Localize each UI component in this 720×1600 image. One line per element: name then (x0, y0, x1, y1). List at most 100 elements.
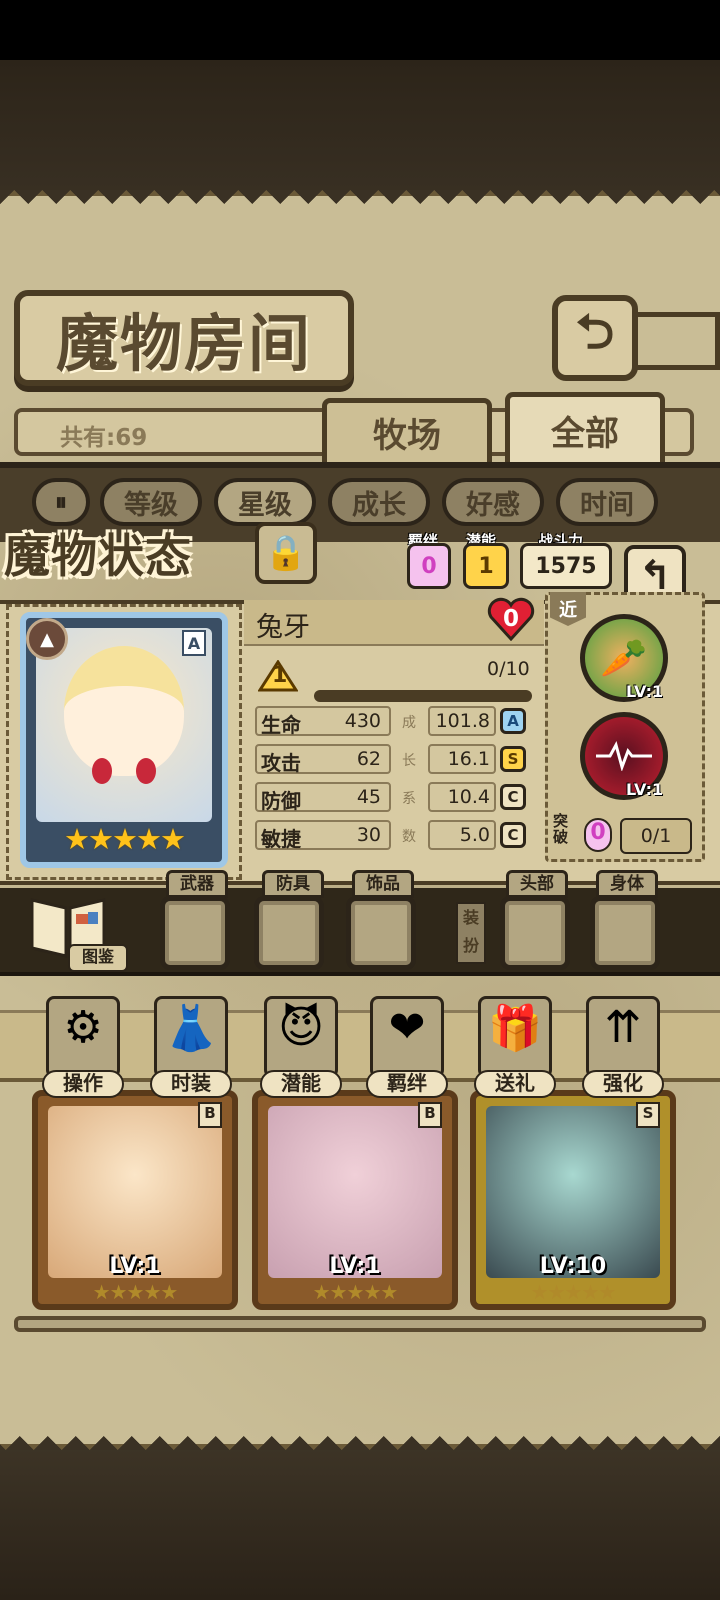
affection-heart[interactable]: 0 (487, 597, 535, 641)
sort-affection-button[interactable]: 好感 (442, 478, 544, 526)
sort-toggle-button[interactable]: ⏸ (32, 478, 90, 526)
growth-label-char: 系 (402, 791, 416, 807)
dress-label-char: 装 (462, 908, 479, 927)
slot-label: 头部 (506, 870, 568, 898)
collection-count: 共有:69 (60, 425, 148, 451)
stat-name: 防御 (261, 789, 301, 813)
affection-value: 0 (502, 606, 519, 632)
tab-ranch[interactable]: 牧场 (322, 398, 492, 462)
action-label: 强化 (582, 1070, 664, 1098)
growth-grade-badge: S (500, 746, 526, 772)
back-button-tail (636, 312, 720, 370)
card-stars: ★★★★★ (530, 1280, 617, 1304)
bond-button[interactable]: ❤ 羁绊 (366, 996, 448, 1098)
tab-all[interactable]: 全部 (505, 392, 665, 464)
enhance-button[interactable]: ⇈ 强化 (582, 996, 664, 1098)
head-slot[interactable] (500, 896, 570, 970)
card-level: LV:1 (109, 1254, 161, 1279)
action-label: 时装 (150, 1070, 232, 1098)
card-grade-badge: B (198, 1102, 222, 1128)
growth-label-char: 数 (402, 829, 416, 845)
accessory-slot[interactable] (346, 896, 416, 970)
monster-portrait[interactable]: ▲ A ★★★★★ (20, 612, 228, 868)
growth-grade-badge: A (500, 708, 526, 734)
break-label-char: 破 (553, 828, 569, 846)
stat-value: 62 (356, 748, 381, 770)
potential-button[interactable]: 😈 潜能 (260, 996, 342, 1098)
rarity-badge: A (182, 630, 206, 656)
growth-grade-badge: C (500, 822, 526, 848)
monster-level: 1 (272, 663, 288, 688)
sort-star-button[interactable]: 星级 (214, 478, 316, 526)
stat-name: 生命 (261, 713, 301, 737)
carrot-burst-icon: 🥕 (600, 635, 648, 680)
growth-value: 5.0 (428, 820, 496, 850)
growth-value: 16.1 (428, 744, 496, 774)
eye (92, 758, 112, 784)
card-level: LV:1 (329, 1254, 381, 1279)
element-type-icon: ▲ (26, 618, 68, 660)
back-button[interactable]: ⮌ (552, 295, 638, 381)
sort-growth-button[interactable]: 成长 (328, 478, 430, 526)
break-count: 0 (584, 818, 612, 852)
monster-card[interactable]: B LV:1 ★★★★★ (32, 1090, 238, 1310)
codex-label: 图鉴 (68, 944, 128, 972)
armor-slot[interactable] (254, 896, 324, 970)
monster-card[interactable]: B LV:1 ★★★★★ (252, 1090, 458, 1310)
potential-value: 1 (463, 543, 509, 589)
monster-name: 兔牙 (256, 612, 310, 643)
stat-row-agility: 敏捷 30 (255, 820, 391, 851)
card-stars: ★★★★★ (312, 1280, 399, 1304)
gear-icon: ⚙ (63, 1002, 103, 1053)
demon-icon: 😈 (278, 1002, 324, 1053)
sort-level-button[interactable]: 等级 (100, 478, 202, 526)
weapon-slot[interactable] (160, 896, 230, 970)
break-progress: 0/1 (620, 818, 692, 854)
eye (136, 758, 156, 784)
card-portrait (268, 1106, 442, 1278)
card-level: LV:10 (539, 1254, 607, 1279)
card-portrait (48, 1106, 222, 1278)
stat-value: 45 (356, 786, 381, 808)
stat-row-defense: 防御 45 (255, 782, 391, 813)
list-scrollbar[interactable] (14, 1316, 706, 1332)
stat-name: 攻击 (261, 751, 301, 775)
operate-button[interactable]: ⚙ 操作 (42, 996, 124, 1098)
skill-1-level: LV:1 (626, 682, 664, 701)
lock-button[interactable]: 🔒 (255, 522, 317, 584)
return-arrow-icon: ⮌ (575, 303, 615, 360)
stat-row-attack: 攻击 62 (255, 744, 391, 775)
growth-value: 10.4 (428, 782, 496, 812)
filter-toggle-icon: ⏸ (55, 488, 67, 516)
stat-value: 30 (356, 824, 381, 846)
power-value: 1575 (520, 543, 612, 589)
dress-up-label: 装 扮 (456, 902, 486, 964)
monster-face-image (64, 646, 184, 784)
stat-value: 430 (344, 710, 381, 732)
zigzag-border-bottom (0, 1428, 720, 1450)
growth-value: 101.8 (428, 706, 496, 736)
sort-time-button[interactable]: 时间 (556, 478, 658, 526)
action-label: 羁绊 (366, 1070, 448, 1098)
bond-value: 0 (407, 543, 451, 589)
exp-text: 0/10 (487, 658, 530, 680)
monster-card[interactable]: S LV:10 ★★★★★ (470, 1090, 676, 1310)
slot-label: 饰品 (352, 870, 414, 898)
stat-name: 敏捷 (261, 827, 301, 851)
lock-icon: 🔒 (264, 533, 308, 573)
action-label: 送礼 (474, 1070, 556, 1098)
outfit-button[interactable]: 👗 时装 (150, 996, 232, 1098)
gift-button[interactable]: 🎁 送礼 (474, 996, 556, 1098)
card-grade-badge: S (636, 1102, 660, 1128)
star-rating: ★★★★★ (64, 822, 186, 856)
hearts-icon: ❤ (388, 1002, 426, 1053)
card-grade-badge: B (418, 1102, 442, 1128)
stat-row-hp: 生命 430 (255, 706, 391, 737)
skill-2-level: LV:1 (626, 780, 664, 799)
growth-label-char: 成 (402, 715, 416, 731)
growth-grade-badge: C (500, 784, 526, 810)
status-title: 魔物状态 (4, 529, 192, 583)
gift-icon: 🎁 (487, 1003, 543, 1054)
body-slot[interactable] (590, 896, 660, 970)
dress-label-char: 扮 (462, 936, 479, 955)
